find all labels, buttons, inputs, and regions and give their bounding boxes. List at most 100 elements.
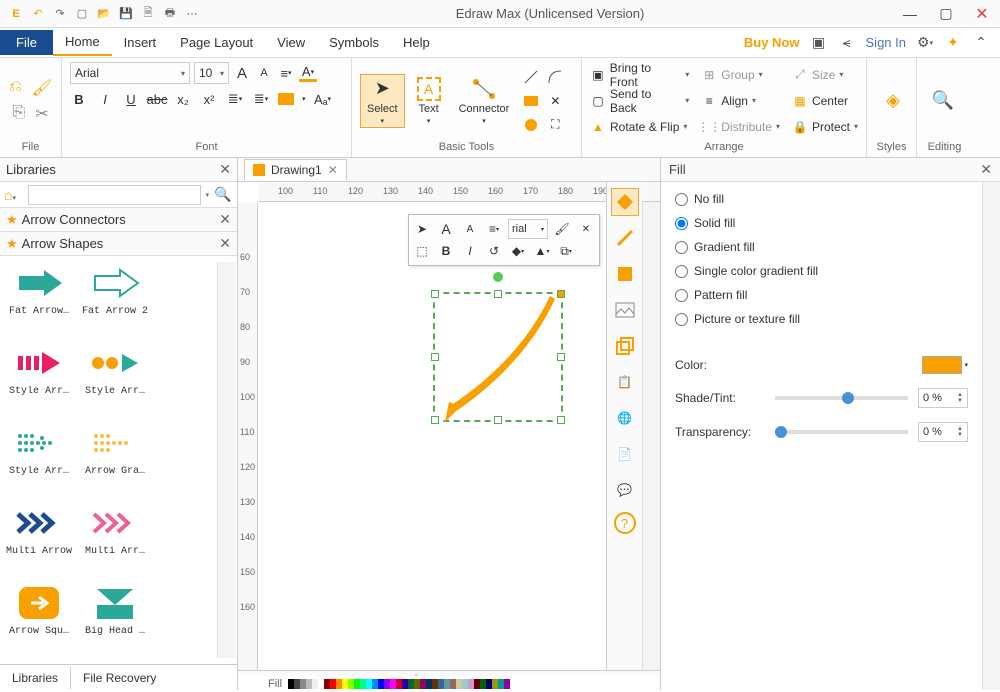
ft-cursor-icon[interactable]: ➤ bbox=[412, 219, 432, 239]
center-button[interactable]: ▦Center bbox=[792, 90, 858, 112]
print-icon[interactable]: 🖶 bbox=[162, 6, 178, 22]
lib-section-connectors[interactable]: ★Arrow Connectors ✕ bbox=[0, 208, 237, 232]
menu-page-layout[interactable]: Page Layout bbox=[168, 30, 265, 55]
selection-box[interactable] bbox=[433, 292, 563, 422]
search-icon[interactable]: 🔍 bbox=[213, 186, 233, 203]
redo-icon[interactable]: ↷ bbox=[52, 6, 68, 22]
subscript-button[interactable]: x₂ bbox=[174, 90, 192, 108]
transparency-slider[interactable] bbox=[775, 430, 908, 434]
align-button[interactable]: ≡Align▾ bbox=[701, 90, 780, 112]
vt-comment-icon[interactable]: 💬 bbox=[611, 476, 639, 504]
menu-symbols[interactable]: Symbols bbox=[317, 30, 391, 55]
undo-icon[interactable]: ↶ bbox=[30, 6, 46, 22]
rotate-handle[interactable] bbox=[493, 272, 503, 282]
strike-button[interactable]: abc bbox=[148, 90, 166, 108]
shape-style-arrow-3[interactable]: Style Arr… bbox=[2, 422, 76, 500]
lib-section-shapes[interactable]: ★Arrow Shapes ✕ bbox=[0, 232, 237, 256]
section-close-icon[interactable]: ✕ bbox=[219, 235, 231, 252]
fill-opt-single-gradient[interactable]: Single color gradient fill bbox=[675, 264, 968, 278]
size-button[interactable]: ⤢Size▾ bbox=[792, 64, 858, 86]
buy-now-link[interactable]: Buy Now bbox=[744, 35, 800, 50]
select-tool[interactable]: ➤ Select ▾ bbox=[360, 74, 405, 128]
tab-libraries[interactable]: Libraries bbox=[0, 667, 71, 689]
shape-big-head[interactable]: Big Head … bbox=[78, 582, 152, 660]
styles-button[interactable]: ◈ bbox=[875, 87, 911, 115]
numbering-button[interactable]: ≣▾ bbox=[252, 90, 270, 108]
distribute-button[interactable]: ⋮⋮Distribute▾ bbox=[701, 116, 780, 138]
selected-arrow-shape[interactable] bbox=[435, 294, 565, 424]
ft-italic-icon[interactable]: I bbox=[460, 241, 480, 261]
save-as-icon[interactable]: 🗎 bbox=[140, 6, 156, 22]
bring-to-front-button[interactable]: ▣Bring to Front▾ bbox=[590, 64, 689, 86]
shape-fat-arrow-2[interactable]: Fat Arrow 2 bbox=[78, 262, 152, 340]
ft-brush-icon[interactable]: 🖌 bbox=[552, 219, 572, 239]
increase-font-icon[interactable]: A bbox=[233, 64, 251, 82]
copy-icon[interactable]: ⎘ bbox=[12, 104, 25, 124]
library-search-input[interactable] bbox=[28, 185, 201, 205]
cut-icon[interactable]: ✂ bbox=[35, 104, 48, 124]
format-painter-icon[interactable]: 🖌 bbox=[32, 78, 52, 98]
menu-home[interactable]: Home bbox=[53, 29, 112, 56]
ft-close-icon[interactable]: ✕ bbox=[576, 219, 596, 239]
libraries-close-icon[interactable]: ✕ bbox=[219, 161, 231, 178]
more-icon[interactable]: ⋯ bbox=[184, 6, 200, 22]
text-tool[interactable]: A Text ▾ bbox=[411, 75, 447, 127]
shape-multi-arrow-1[interactable]: Multi Arrow bbox=[2, 502, 76, 580]
shade-value-input[interactable]: 0 %▲▼ bbox=[918, 388, 968, 408]
minimize-button[interactable]: — bbox=[892, 0, 928, 28]
protect-button[interactable]: 🔒Protect▾ bbox=[792, 116, 858, 138]
picture-icon[interactable]: ▣ bbox=[810, 34, 828, 52]
editing-button[interactable]: 🔍 bbox=[925, 87, 961, 115]
cross-shape-icon[interactable]: ✕ bbox=[545, 91, 565, 111]
case-button[interactable]: Aₐ▾ bbox=[314, 90, 332, 108]
libraries-scrollbar[interactable] bbox=[217, 262, 235, 658]
fill-opt-none[interactable]: No fill bbox=[675, 192, 968, 206]
underline-button[interactable]: U bbox=[122, 90, 140, 108]
document-tab[interactable]: Drawing1 ✕ bbox=[244, 159, 347, 180]
decrease-font-icon[interactable]: A bbox=[255, 64, 273, 82]
ft-font-dec-icon[interactable]: A bbox=[460, 219, 480, 239]
menu-help[interactable]: Help bbox=[391, 30, 442, 55]
italic-button[interactable]: I bbox=[96, 90, 114, 108]
tab-close-icon[interactable]: ✕ bbox=[328, 163, 338, 177]
group-button[interactable]: ⊞Group▾ bbox=[701, 64, 780, 86]
tab-file-recovery[interactable]: File Recovery bbox=[71, 667, 168, 689]
vt-clipboard-icon[interactable]: 📋 bbox=[611, 368, 639, 396]
ft-shape2-icon[interactable]: ▲▾ bbox=[532, 241, 552, 261]
collapse-ribbon-icon[interactable]: ⌃ bbox=[972, 34, 990, 52]
ft-link-icon[interactable]: ⧉▾ bbox=[556, 241, 576, 261]
fill-opt-solid[interactable]: Solid fill bbox=[675, 216, 968, 230]
shape-arrow-square[interactable]: Arrow Squ… bbox=[2, 582, 76, 660]
vt-line-icon[interactable] bbox=[611, 224, 639, 252]
vt-fill-icon[interactable] bbox=[611, 188, 639, 216]
connector-tool[interactable]: Connector ▾ bbox=[453, 75, 516, 127]
home-icon[interactable]: ⌂▾ bbox=[4, 187, 24, 203]
close-button[interactable]: ✕ bbox=[964, 0, 1000, 28]
vt-globe-icon[interactable]: 🌐 bbox=[611, 404, 639, 432]
color-strip[interactable] bbox=[288, 679, 510, 689]
vt-picture-icon[interactable] bbox=[611, 296, 639, 324]
arc-shape-icon[interactable] bbox=[545, 67, 565, 87]
crop-shape-icon[interactable]: ⛶ bbox=[545, 115, 565, 135]
line-shape-icon[interactable] bbox=[521, 67, 541, 87]
rect-shape-icon[interactable] bbox=[521, 91, 541, 111]
ft-select-icon[interactable]: ⬚ bbox=[412, 241, 432, 261]
font-name-select[interactable]: Arial▾ bbox=[70, 62, 190, 84]
ft-align-icon[interactable]: ≡▾ bbox=[484, 219, 504, 239]
vt-shadow-icon[interactable] bbox=[611, 260, 639, 288]
menu-insert[interactable]: Insert bbox=[112, 30, 169, 55]
shape-style-arrow-1[interactable]: Style Arr… bbox=[2, 342, 76, 420]
fill-opt-gradient[interactable]: Gradient fill bbox=[675, 240, 968, 254]
highlight-button[interactable] bbox=[278, 93, 294, 105]
bold-button[interactable]: B bbox=[70, 90, 88, 108]
gear-icon[interactable]: ⚙▾ bbox=[916, 34, 934, 52]
ft-font-select[interactable]: rial▾ bbox=[508, 219, 548, 239]
superscript-button[interactable]: x² bbox=[200, 90, 218, 108]
apps-icon[interactable]: ✦ bbox=[944, 34, 962, 52]
fill-opt-pattern[interactable]: Pattern fill bbox=[675, 288, 968, 302]
shape-picker[interactable]: ✕ ⛶ bbox=[521, 67, 565, 135]
sign-in-link[interactable]: Sign In bbox=[866, 35, 906, 50]
vt-layer-icon[interactable] bbox=[611, 332, 639, 360]
open-icon[interactable]: 📂 bbox=[96, 6, 112, 22]
shade-slider[interactable] bbox=[775, 396, 908, 400]
